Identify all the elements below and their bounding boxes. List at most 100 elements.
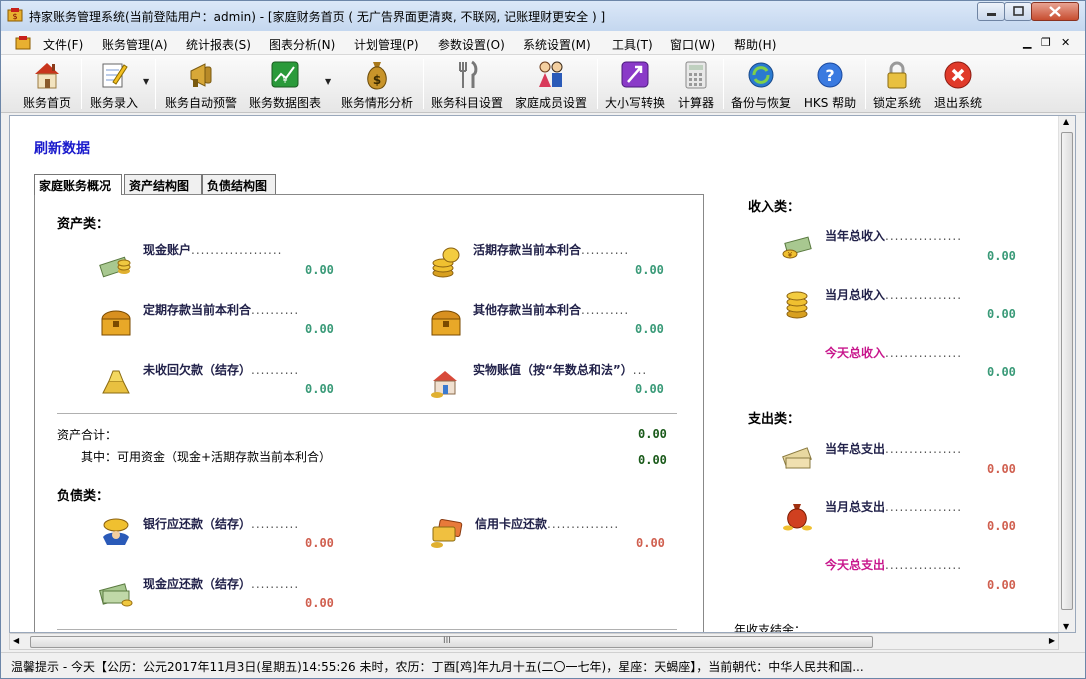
other-deposit-label: 其他存款当前本利合.......... bbox=[473, 303, 630, 317]
svg-text:$: $ bbox=[373, 73, 381, 87]
scroll-up-icon[interactable]: ▲ bbox=[1063, 117, 1069, 126]
restore-icon bbox=[1013, 6, 1024, 16]
restore-button[interactable] bbox=[1004, 2, 1032, 21]
svg-text:¥: ¥ bbox=[282, 76, 287, 85]
menu-system[interactable]: 系统设置(M) bbox=[523, 36, 591, 53]
treasure-chest-icon bbox=[101, 310, 131, 336]
mdi-restore-icon[interactable]: ❐ bbox=[1041, 36, 1051, 49]
year-expense-label: 当年总支出................ bbox=[825, 442, 963, 456]
receivable-value: 0.00 bbox=[305, 382, 334, 396]
app-window: $ 持家账务管理系统(当前登陆用户：admin) - [家庭财务首页 ( 无广告… bbox=[0, 0, 1086, 679]
credit-card-repay-label: 信用卡应还款............... bbox=[475, 517, 620, 531]
gold-ingot-icon bbox=[102, 370, 130, 394]
toolbar-entry-button[interactable]: 账务录入 bbox=[85, 57, 143, 111]
house-goods-icon bbox=[431, 371, 457, 398]
stock-chart-icon: ¥ bbox=[271, 61, 299, 88]
menu-chart[interactable]: 图表分析(N) bbox=[269, 36, 335, 53]
toolbar-subject-button[interactable]: 账务科目设置 bbox=[427, 57, 507, 111]
toolbar-help-button[interactable]: ? HKS 帮助 bbox=[799, 57, 861, 111]
svg-text:¥: ¥ bbox=[788, 251, 793, 259]
income-heading: 收入类： bbox=[748, 200, 801, 215]
coin-stack-icon bbox=[786, 291, 808, 319]
toolbar-calculator-button[interactable]: 计算器 bbox=[673, 57, 719, 111]
scroll-down-icon[interactable]: ▼ bbox=[1063, 622, 1069, 631]
income-cash-icon: ¥ bbox=[782, 236, 812, 259]
fixed-deposit-label: 定期存款当前本利合.......... bbox=[143, 303, 300, 317]
refresh-data-link[interactable]: 刷新数据 bbox=[34, 138, 90, 158]
menu-account[interactable]: 账务管理(A) bbox=[102, 36, 168, 53]
toolbar-lock-button[interactable]: 锁定系统 bbox=[869, 57, 925, 111]
toolbar-alert-button[interactable]: 账务自动预警 bbox=[161, 57, 241, 111]
cash-repay-value: 0.00 bbox=[305, 596, 334, 610]
bank-repay-label: 银行应还款（结存）.......... bbox=[143, 517, 300, 531]
month-expense-value: 0.00 bbox=[987, 519, 1016, 533]
menu-window[interactable]: 窗口(W) bbox=[670, 36, 715, 53]
tab-overview[interactable]: 家庭账务概况 bbox=[34, 174, 122, 195]
today-expense-value: 0.00 bbox=[987, 578, 1016, 592]
physical-asset-label: 实物账值（按“年数总和法”）... bbox=[473, 363, 648, 377]
entry-dropdown-arrow-icon[interactable]: ▼ bbox=[143, 77, 149, 86]
toolbar-analysis-button[interactable]: $ 账务情形分析 bbox=[337, 57, 417, 111]
month-expense-label: 当月总支出................ bbox=[825, 500, 963, 514]
family-icon bbox=[539, 61, 563, 87]
close-button[interactable] bbox=[1031, 2, 1079, 21]
year-income-value: 0.00 bbox=[987, 249, 1016, 263]
toolbar-home-button[interactable]: 账务首页 bbox=[17, 57, 77, 111]
cash-bundle-icon bbox=[99, 583, 133, 607]
mdi-close-icon[interactable]: ✕ bbox=[1061, 36, 1070, 49]
menu-report[interactable]: 统计报表(S) bbox=[186, 36, 251, 53]
bank-repay-value: 0.00 bbox=[305, 536, 334, 550]
demand-deposit-label: 活期存款当前本利合.......... bbox=[473, 243, 630, 257]
lock-icon bbox=[887, 61, 907, 89]
scroll-left-icon[interactable]: ◀ bbox=[13, 636, 19, 645]
chart-dropdown-arrow-icon[interactable]: ▼ bbox=[325, 77, 331, 86]
year-expense-value: 0.00 bbox=[987, 462, 1016, 476]
case-convert-icon bbox=[621, 61, 649, 88]
app-logo-icon: $ bbox=[7, 8, 23, 22]
svg-text:?: ? bbox=[825, 66, 834, 85]
cash-stack-icon bbox=[99, 256, 131, 278]
toolbar-exit-button[interactable]: 退出系统 bbox=[929, 57, 987, 111]
toolbar-backup-button[interactable]: 备份与恢复 bbox=[727, 57, 795, 111]
menu-bar: 文件(F) 账务管理(A) 统计报表(S) 图表分析(N) 计划管理(P) 参数… bbox=[1, 31, 1085, 55]
receivable-label: 未收回欠款（结存）.......... bbox=[143, 363, 300, 377]
physical-asset-value: 0.00 bbox=[635, 382, 664, 396]
status-bar: 温馨提示 - 今天【公历：公元2017年11月3日(星期五)14:55:26 未… bbox=[1, 652, 1085, 678]
today-expense-label: 今天总支出................ bbox=[825, 558, 963, 572]
toolbar-chart-button[interactable]: ¥ 账务数据图表 bbox=[245, 57, 325, 111]
available-funds-label: 其中：可用资金（现金+活期存款当前本利合） bbox=[81, 450, 332, 464]
liabilities-heading: 负债类： bbox=[57, 489, 110, 504]
bank-repay-icon bbox=[103, 518, 129, 545]
fork-knife-icon bbox=[459, 60, 478, 88]
mdi-minimize-icon[interactable]: ▁ bbox=[1023, 36, 1031, 49]
vertical-scrollbar[interactable]: ▲ ▼ bbox=[1058, 116, 1075, 632]
money-pouch-icon bbox=[783, 504, 812, 531]
tab-asset-structure[interactable]: 资产结构图 bbox=[124, 174, 202, 194]
tab-debt-structure[interactable]: 负债结构图 bbox=[202, 174, 276, 194]
minimize-button[interactable] bbox=[977, 2, 1005, 21]
menu-help[interactable]: 帮助(H) bbox=[734, 36, 776, 53]
month-income-value: 0.00 bbox=[987, 307, 1016, 321]
menu-file[interactable]: 文件(F) bbox=[43, 36, 83, 53]
horizontal-scroll-thumb[interactable]: III bbox=[30, 636, 873, 648]
expense-heading: 支出类： bbox=[748, 412, 801, 427]
minimize-icon bbox=[987, 13, 996, 16]
scroll-grip-icon: III bbox=[443, 636, 451, 646]
menu-tools[interactable]: 工具(T) bbox=[612, 36, 653, 53]
scroll-right-icon[interactable]: ▶ bbox=[1049, 636, 1055, 645]
help-icon: ? bbox=[817, 62, 843, 88]
menu-params[interactable]: 参数设置(O) bbox=[438, 36, 505, 53]
app-logo-icon[interactable] bbox=[15, 35, 31, 51]
asset-total-label: 资产合计： bbox=[57, 428, 118, 442]
menu-plan[interactable]: 计划管理(P) bbox=[354, 36, 419, 53]
title-bar[interactable]: $ 持家账务管理系统(当前登陆用户：admin) - [家庭财务首页 ( 无广告… bbox=[1, 1, 1085, 31]
horizontal-scrollbar[interactable]: ◀ III ▶ bbox=[9, 633, 1059, 650]
cash-account-value: 0.00 bbox=[305, 263, 334, 277]
today-income-label: 今天总收入................ bbox=[825, 346, 963, 360]
exit-icon bbox=[944, 61, 972, 89]
toolbar-case-button[interactable]: 大小写转换 bbox=[601, 57, 669, 111]
notepad-pencil-icon bbox=[102, 63, 128, 88]
status-text: 温馨提示 - 今天【公历：公元2017年11月3日(星期五)14:55:26 未… bbox=[11, 660, 864, 674]
vertical-scroll-thumb[interactable] bbox=[1061, 132, 1073, 610]
toolbar-family-button[interactable]: 家庭成员设置 bbox=[513, 57, 589, 111]
